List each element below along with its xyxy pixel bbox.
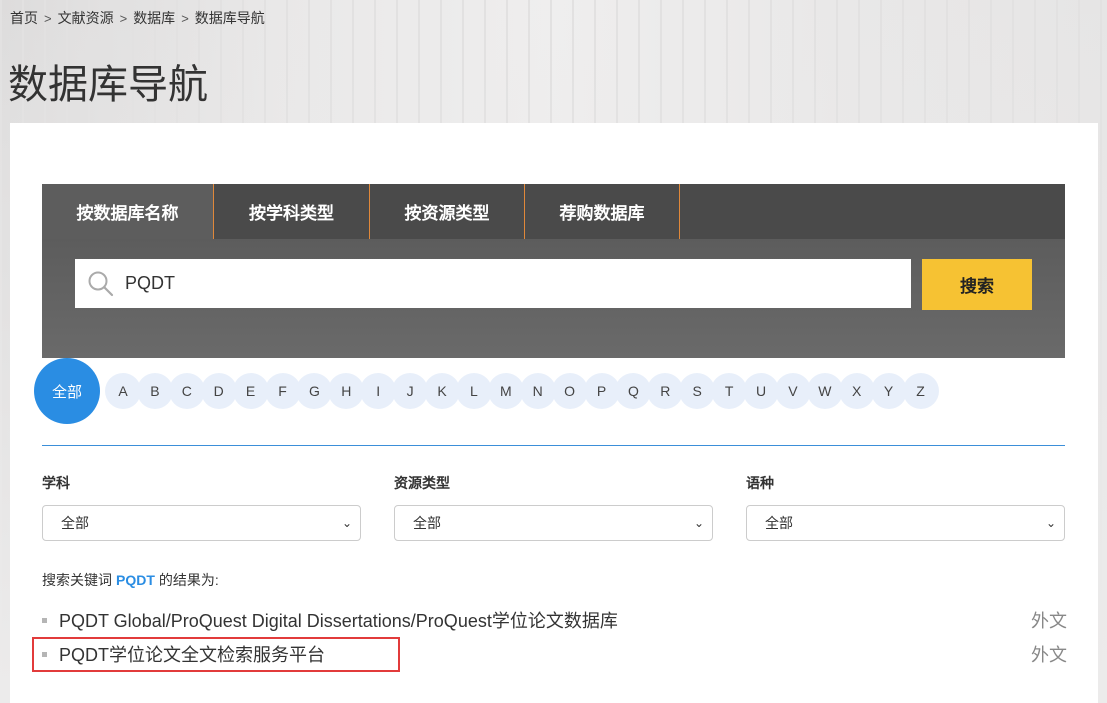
alpha-letter-o[interactable]: O: [551, 373, 588, 409]
alpha-letter-l[interactable]: L: [455, 373, 492, 409]
tab-by-name[interactable]: 按数据库名称: [42, 184, 214, 239]
filter-label: 资源类型: [394, 475, 450, 491]
summary-keyword: PQDT: [116, 572, 155, 588]
summary-prefix: 搜索关键词: [42, 572, 112, 588]
search-box[interactable]: [75, 259, 911, 308]
filter-resource-type: 资源类型 全部 ⌄: [394, 473, 713, 541]
chevron-right-icon: >: [119, 10, 128, 26]
search-input[interactable]: [125, 259, 885, 308]
alpha-letter-n[interactable]: N: [519, 373, 556, 409]
search-panel: 按数据库名称 按学科类型 按资源类型 荐购数据库 搜索: [42, 184, 1065, 358]
alpha-letter-c[interactable]: C: [168, 373, 205, 409]
chevron-down-icon: ⌄: [693, 516, 704, 530]
search-button[interactable]: 搜索: [922, 259, 1032, 310]
breadcrumb: 首页 > 文献资源 > 数据库 > 数据库导航: [10, 8, 265, 28]
chevron-right-icon: >: [44, 10, 52, 26]
search-icon: [88, 271, 114, 297]
alpha-letter-a[interactable]: A: [105, 373, 141, 409]
divider: [42, 445, 1065, 446]
tab-by-subject[interactable]: 按学科类型: [214, 184, 370, 239]
alpha-letter-d[interactable]: D: [200, 373, 237, 409]
result-link[interactable]: PQDT Global/ProQuest Digital Dissertatio…: [59, 607, 1031, 633]
result-language: 外文: [1031, 611, 1067, 631]
select-value: 全部: [413, 515, 441, 531]
filter-subject: 学科 全部 ⌄: [42, 473, 361, 541]
alpha-letter-p[interactable]: P: [583, 373, 620, 409]
alpha-letter-z[interactable]: Z: [902, 373, 939, 409]
alpha-letter-y[interactable]: Y: [870, 373, 907, 409]
alpha-letter-u[interactable]: U: [743, 373, 779, 409]
subject-select[interactable]: 全部 ⌄: [42, 505, 361, 541]
alpha-letter-h[interactable]: H: [328, 373, 365, 409]
alpha-letter-j[interactable]: J: [392, 373, 429, 409]
alphabet-filter: 全部 ABCDEFGHIJKLMNOPQRSTUVWXYZ: [34, 358, 1074, 424]
alpha-letter-x[interactable]: X: [838, 373, 875, 409]
alpha-letter-k[interactable]: K: [424, 373, 460, 409]
result-summary: 搜索关键词 PQDT 的结果为:: [42, 570, 219, 590]
chevron-down-icon: ⌄: [1045, 516, 1056, 530]
alpha-letter-m[interactable]: M: [487, 373, 524, 409]
breadcrumb-current: 数据库导航: [194, 10, 265, 26]
alpha-letter-w[interactable]: W: [806, 373, 843, 409]
alpha-letter-e[interactable]: E: [232, 373, 269, 409]
result-item[interactable]: PQDT Global/ProQuest Digital Dissertatio…: [42, 605, 1067, 635]
tab-by-resource-type[interactable]: 按资源类型: [370, 184, 525, 239]
alpha-letter-q[interactable]: Q: [615, 373, 652, 409]
alpha-letter-f[interactable]: F: [264, 373, 301, 409]
language-select[interactable]: 全部 ⌄: [746, 505, 1065, 541]
alpha-letter-r[interactable]: R: [647, 373, 684, 409]
bullet-icon: [42, 617, 47, 623]
filter-label: 语种: [746, 475, 774, 491]
alpha-letter-v[interactable]: V: [774, 373, 811, 409]
breadcrumb-home[interactable]: 首页: [10, 8, 38, 28]
breadcrumb-databases[interactable]: 数据库: [133, 8, 175, 28]
tab-recommend[interactable]: 荐购数据库: [525, 184, 680, 239]
select-value: 全部: [765, 515, 793, 531]
alpha-letter-t[interactable]: T: [711, 373, 748, 409]
highlight-box: [32, 637, 400, 672]
chevron-down-icon: ⌄: [341, 516, 352, 530]
resource-type-select[interactable]: 全部 ⌄: [394, 505, 713, 541]
filter-language: 语种 全部 ⌄: [746, 473, 1065, 541]
chevron-right-icon: >: [181, 10, 189, 26]
summary-suffix: 的结果为:: [158, 572, 219, 588]
alpha-letter-b[interactable]: B: [136, 373, 173, 409]
tab-bar: 按数据库名称 按学科类型 按资源类型 荐购数据库: [42, 184, 1065, 239]
breadcrumb-resources[interactable]: 文献资源: [58, 8, 114, 28]
result-language: 外文: [1031, 645, 1067, 665]
alpha-letter-s[interactable]: S: [679, 373, 716, 409]
filter-label: 学科: [42, 475, 70, 491]
content-card: 按数据库名称 按学科类型 按资源类型 荐购数据库 搜索 全部 ABCDEFGHI…: [10, 123, 1098, 703]
alpha-letter-g[interactable]: G: [296, 373, 333, 409]
page-title: 数据库导航: [8, 63, 208, 107]
alpha-all-button[interactable]: 全部: [34, 358, 100, 424]
alpha-letter-i[interactable]: I: [360, 373, 397, 409]
select-value: 全部: [61, 515, 89, 531]
